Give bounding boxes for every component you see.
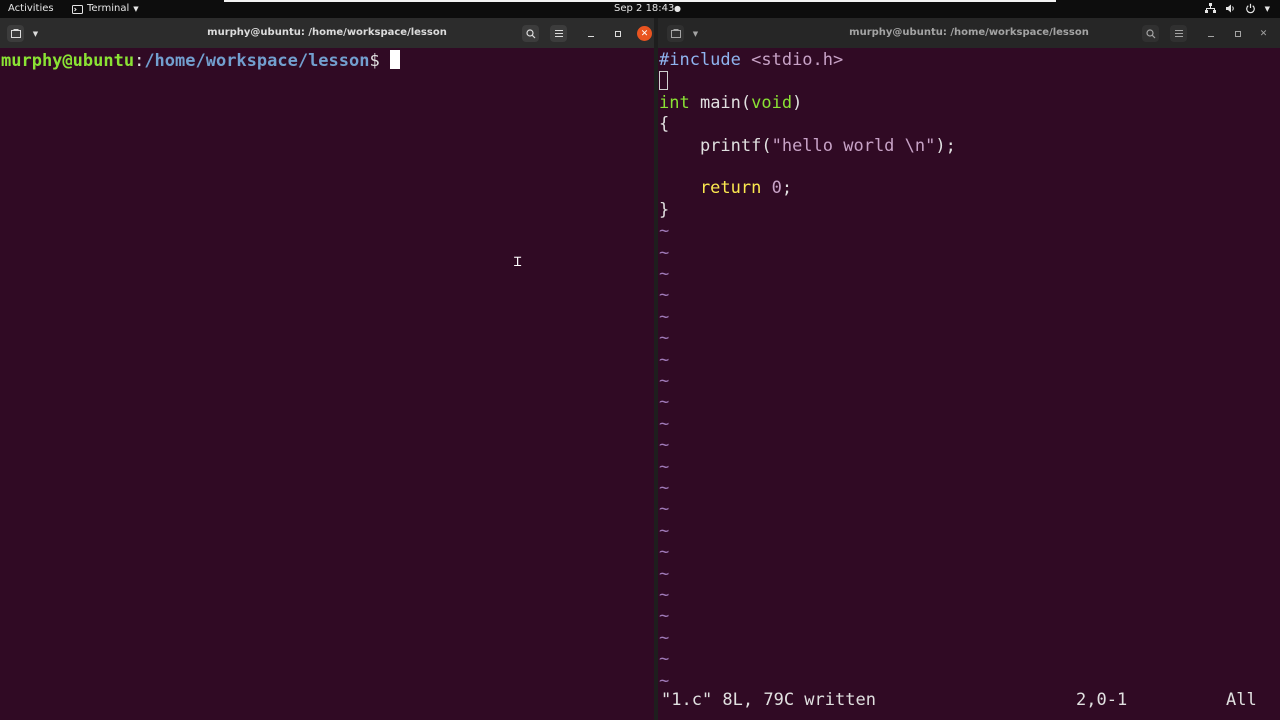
text-cursor-icon: Ɪ [514, 255, 522, 270]
search-button[interactable] [522, 25, 539, 42]
top-bar: Activities Terminal ▼ Sep 2 18:43 ● ▼ [0, 0, 1280, 18]
empty-line-marker: ~ [659, 414, 670, 434]
number-literal: 0 [771, 178, 782, 198]
empty-line-marker: ~ [659, 264, 670, 284]
empty-line-marker: ~ [659, 628, 670, 648]
volume-icon [1225, 4, 1234, 13]
close-button[interactable]: ✕ [637, 26, 652, 41]
titlebar-right[interactable]: ▼ murphy@ubuntu: /home/workspace/lesson … [658, 18, 1280, 48]
close-button[interactable]: ✕ [1256, 26, 1271, 41]
minimize-button[interactable] [1202, 25, 1219, 42]
vim-cursor-position: 2,0-1 [1076, 690, 1128, 710]
app-menu-terminal[interactable]: Terminal ▼ [72, 0, 139, 18]
hamburger-menu-icon [554, 30, 563, 37]
return-keyword: return [659, 178, 762, 198]
close-icon: ✕ [640, 28, 649, 39]
punctuation: ; [781, 178, 793, 198]
terminal-cursor [389, 50, 400, 69]
empty-line-marker: ~ [659, 285, 670, 305]
search-button[interactable] [1142, 25, 1159, 42]
search-icon [1145, 28, 1155, 38]
maximize-icon [1234, 30, 1241, 37]
menu-button[interactable] [550, 25, 567, 42]
empty-line-marker: ~ [659, 671, 670, 691]
minimize-icon [587, 35, 594, 37]
hamburger-menu-icon [1174, 30, 1183, 37]
vim-status-message: "1.c" 8L, 79C written [661, 690, 876, 710]
system-tray[interactable]: ▼ [1204, 0, 1270, 18]
preprocessor-directive: #include [659, 50, 741, 70]
empty-line-marker: ~ [659, 350, 670, 370]
string-literal: "hello world \n" [771, 136, 936, 156]
prompt-path: /home/workspace/lesson [144, 51, 370, 71]
vim-scroll-indicator: All [1226, 690, 1257, 710]
close-icon: ✕ [1259, 28, 1268, 39]
empty-line-marker: ~ [659, 243, 670, 263]
clock[interactable]: Sep 2 18:43 [614, 0, 674, 18]
punctuation: ); [935, 136, 956, 156]
minimize-button[interactable] [582, 25, 599, 42]
prompt-symbol: $ [369, 51, 390, 71]
maximize-button[interactable] [609, 25, 626, 42]
terminal-content-left[interactable]: murphy@ubuntu:/home/workspace/lesson$ [0, 48, 654, 720]
terminal-window-left[interactable]: ▼ murphy@ubuntu: /home/workspace/lesson … [0, 18, 654, 720]
function-call: printf( [659, 136, 772, 156]
type-keyword: void [751, 93, 793, 113]
chevron-down-icon: ▼ [1264, 5, 1270, 13]
empty-line-marker: ~ [659, 542, 670, 562]
power-icon [1245, 3, 1255, 14]
code-line-4: { [659, 114, 670, 134]
code-line-7: return 0; [659, 178, 792, 199]
function-name: main( [689, 93, 752, 113]
vim-cursor [659, 71, 668, 90]
type-keyword: int [659, 93, 690, 113]
maximize-button[interactable] [1229, 25, 1246, 42]
empty-line-marker: ~ [659, 606, 670, 626]
search-icon [525, 28, 535, 38]
titlebar-left[interactable]: ▼ murphy@ubuntu: /home/workspace/lesson … [0, 18, 654, 48]
empty-line-marker: ~ [659, 564, 670, 584]
prompt-user-host: murphy@ubuntu [1, 51, 135, 71]
empty-line-marker: ~ [659, 221, 670, 241]
include-header: <stdio.h> [740, 50, 844, 70]
menu-button[interactable] [1170, 25, 1187, 42]
vim-editor[interactable]: #include <stdio.h> int main(void) { prin… [658, 48, 1280, 720]
activities-button[interactable]: Activities [8, 0, 54, 18]
terminal-app-icon [72, 4, 83, 14]
maximize-icon [614, 30, 621, 37]
empty-line-marker: ~ [659, 478, 670, 498]
shell-prompt-line: murphy@ubuntu:/home/workspace/lesson$ [1, 50, 400, 71]
code-line-5: printf("hello world \n"); [659, 136, 956, 157]
code-line-8: } [659, 200, 670, 220]
empty-line-marker: ~ [659, 585, 670, 605]
empty-line-marker: ~ [659, 435, 670, 455]
minimize-icon [1207, 35, 1214, 37]
terminal-window-right[interactable]: ▼ murphy@ubuntu: /home/workspace/lesson … [658, 18, 1280, 720]
empty-line-marker: ~ [659, 649, 670, 669]
app-menu-label: Terminal [87, 3, 130, 14]
prompt-separator: : [134, 51, 145, 71]
code-line-3: int main(void) [659, 93, 802, 114]
network-icon [1204, 3, 1216, 13]
empty-line-marker: ~ [659, 328, 670, 348]
code-line-1: #include <stdio.h> [659, 50, 843, 71]
chevron-down-icon: ▼ [133, 5, 139, 13]
empty-line-marker: ~ [659, 392, 670, 412]
empty-line-marker: ~ [659, 499, 670, 519]
code-line-2 [659, 71, 668, 92]
empty-line-marker: ~ [659, 457, 670, 477]
notification-dot: ● [674, 4, 681, 13]
empty-line-marker: ~ [659, 521, 670, 541]
punctuation: ) [792, 93, 803, 113]
empty-line-marker: ~ [659, 371, 670, 391]
empty-line-marker: ~ [659, 307, 670, 327]
